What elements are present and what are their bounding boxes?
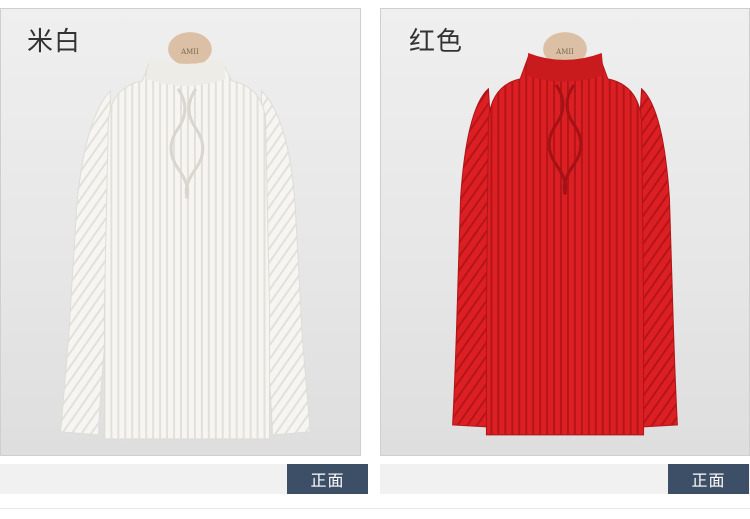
- front-view-button-red[interactable]: 正面: [668, 464, 749, 494]
- product-photo-white: 米白 AMII: [0, 8, 361, 456]
- product-photo-red: 红色 AMII: [380, 8, 750, 456]
- hanger-tag-white: AMII: [180, 48, 199, 56]
- sweater-image-red: AMII: [452, 32, 678, 436]
- sweater-image-white: AMII: [60, 32, 311, 440]
- divider: [0, 508, 750, 509]
- front-view-button-white[interactable]: 正面: [287, 464, 368, 494]
- hanger-tag-red: AMII: [555, 48, 574, 56]
